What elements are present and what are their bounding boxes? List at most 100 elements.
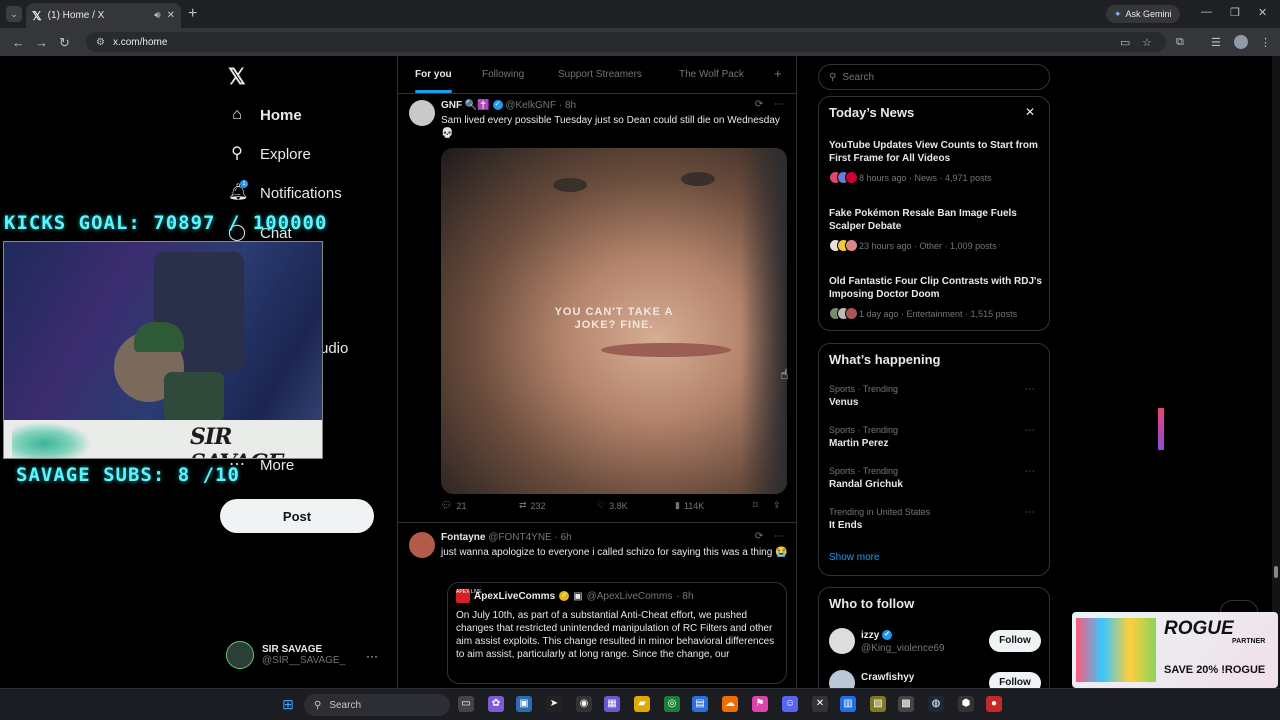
app-icon[interactable]: ⚑ — [752, 696, 768, 712]
avatar[interactable] — [409, 532, 435, 558]
app-icon[interactable]: ➤ — [546, 696, 562, 712]
scrollbar-thumb[interactable] — [1274, 566, 1278, 578]
reply-button[interactable]: 💬︎ 21 — [441, 500, 466, 511]
tweet[interactable]: GNF 🔍✝️ ✓ @KelkGNF · 8h ⟳ ⋯ Sam lived ev… — [398, 94, 796, 520]
site-info-icon[interactable]: ⚙︎ — [96, 37, 105, 48]
follow-suggestion[interactable]: izzy ✓ @King_violence69 Follow — [829, 628, 1041, 658]
trend-item[interactable]: Sports · Trending Randal Grichuk ⋯ — [829, 466, 1043, 490]
restore-icon[interactable]: ❐ — [1230, 6, 1240, 19]
tab-the-wolf-pack[interactable]: The Wolf Pack — [679, 69, 744, 80]
tweet-time[interactable]: · 8h — [559, 100, 576, 111]
app-icon[interactable]: ▤ — [692, 696, 708, 712]
tweet-more-icon[interactable]: ⋯ — [774, 99, 784, 110]
forward-arrow-icon[interactable]: → — [35, 35, 48, 50]
avatar[interactable] — [829, 628, 855, 654]
post-button[interactable]: Post — [220, 499, 374, 533]
reading-list-icon[interactable]: ☰ — [1211, 36, 1221, 49]
bookmark-button[interactable]: ⌑ — [753, 500, 758, 511]
tweet-time[interactable]: · 6h — [555, 532, 572, 543]
profile-avatar[interactable] — [1234, 35, 1248, 49]
show-more-link[interactable]: Show more — [829, 552, 880, 563]
tab-for-you[interactable]: For you — [415, 69, 452, 93]
tweet-author-name[interactable]: Fontayne — [441, 532, 485, 543]
quote-author-name[interactable]: ApexLiveComms — [474, 591, 555, 602]
tweet-image[interactable]: YOU CAN'T TAKE A JOKE? FINE. — [441, 148, 787, 494]
quote-time[interactable]: · 8h — [676, 591, 693, 602]
x-logo-icon[interactable]: 𝕏 — [228, 64, 246, 90]
extensions-icon[interactable]: ⧉ — [1176, 36, 1184, 49]
trend-item[interactable]: Sports · Trending Venus ⋯ — [829, 384, 1043, 408]
trend-item[interactable]: Trending in United States It Ends ⋯ — [829, 507, 1043, 531]
cast-icon[interactable]: ▭ — [1120, 36, 1130, 49]
back-arrow-icon[interactable]: ← — [12, 35, 25, 50]
browser-tab[interactable]: 𝕏 (1) Home / X 🔊︎ ✕ — [26, 3, 181, 28]
add-tab-icon[interactable]: + — [774, 66, 782, 81]
windows-start-icon[interactable]: ⊞ — [280, 696, 296, 712]
file-explorer-icon[interactable]: ▰ — [634, 696, 650, 712]
tweet-author-handle[interactable]: @KelkGNF — [505, 100, 556, 111]
app-icon[interactable]: ▥ — [840, 696, 856, 712]
follow-button[interactable]: Follow — [989, 672, 1041, 688]
chrome-icon[interactable]: ◎ — [664, 696, 680, 712]
news-item[interactable]: YouTube Updates View Counts to Start fro… — [829, 139, 1043, 184]
bookmark-star-icon[interactable]: ☆ — [1142, 36, 1152, 49]
search-input[interactable]: ⚲ Search — [818, 64, 1050, 90]
quoted-tweet[interactable]: APEX LIVE ApexLiveComms ✓ ▣ @ApexLiveCom… — [447, 582, 787, 684]
close-tab-icon[interactable]: ✕ — [167, 10, 175, 21]
repost-button[interactable]: ⇄ 232 — [519, 500, 546, 511]
nav-notifications[interactable]: 🔔︎ 1 Notifications — [228, 180, 342, 202]
new-tab-button[interactable]: + — [188, 5, 197, 23]
tab-support-streamers[interactable]: Support Streamers — [558, 69, 642, 80]
follow-button[interactable]: Follow — [989, 630, 1041, 652]
app-icon[interactable]: ⬢ — [958, 696, 974, 712]
tweet-author-name[interactable]: GNF — [441, 100, 462, 111]
close-icon[interactable]: ✕ — [1025, 105, 1035, 119]
account-switcher[interactable]: SIR SAVAGE @SIR__SAVAGE_ ··· — [226, 641, 386, 669]
trend-more-icon[interactable]: ⋯ — [1025, 466, 1035, 477]
tweet-author-handle[interactable]: @FONT4YNE — [488, 532, 552, 543]
nav-studio[interactable]: udio — [320, 340, 348, 357]
minimize-icon[interactable]: — — [1201, 6, 1212, 18]
trend-more-icon[interactable]: ⋯ — [1025, 384, 1035, 395]
account-more-icon[interactable]: ··· — [366, 649, 378, 663]
tab-list-button[interactable]: ⌄ — [6, 6, 22, 22]
trend-item[interactable]: Sports · Trending Martin Perez ⋯ — [829, 425, 1043, 449]
news-item[interactable]: Old Fantastic Four Clip Contrasts with R… — [829, 275, 1043, 320]
nav-home[interactable]: ⌂ Home — [228, 106, 302, 124]
ask-gemini-button[interactable]: ✦ Ask Gemini — [1106, 5, 1180, 23]
tab-following[interactable]: Following — [482, 69, 524, 80]
share-button[interactable]: ⇪ — [773, 500, 781, 511]
url-bar[interactable]: ⚙︎ x.com/home — [86, 32, 1166, 52]
grok-icon[interactable]: ⟳ — [755, 99, 763, 110]
tweet-more-icon[interactable]: ⋯ — [774, 531, 784, 542]
trend-more-icon[interactable]: ⋯ — [1025, 507, 1035, 518]
trend-more-icon[interactable]: ⋯ — [1025, 425, 1035, 436]
nav-explore[interactable]: ⚲ Explore — [228, 145, 311, 163]
taskbar-search[interactable]: ⚲ Search — [304, 694, 450, 716]
news-item[interactable]: Fake Pokémon Resale Ban Image Fuels Scal… — [829, 207, 1043, 252]
app-icon[interactable]: ▩ — [898, 696, 914, 712]
avatar[interactable] — [829, 670, 855, 688]
app-icon[interactable]: ▣ — [516, 696, 532, 712]
app-icon[interactable]: ● — [986, 696, 1002, 712]
copilot-icon[interactable]: ✿ — [488, 696, 504, 712]
speaker-icon[interactable]: 🔊︎ — [154, 10, 160, 21]
close-window-icon[interactable]: ✕ — [1258, 6, 1267, 19]
quote-author-handle[interactable]: @ApexLiveComms — [587, 591, 673, 602]
follow-suggestion[interactable]: Crawfishyy Follow — [829, 670, 1041, 688]
chrome-menu-icon[interactable]: ⋮ — [1260, 36, 1271, 49]
app-icon[interactable]: ✕ — [812, 696, 828, 712]
page-scrollbar[interactable] — [1272, 56, 1280, 688]
steam-icon[interactable]: ◍ — [928, 696, 944, 712]
avatar[interactable] — [409, 100, 435, 126]
reload-icon[interactable]: ↻ — [59, 35, 70, 51]
app-icon[interactable]: ◉ — [576, 696, 592, 712]
grok-icon[interactable]: ⟳ — [755, 531, 763, 542]
discord-icon[interactable]: ☺ — [782, 696, 798, 712]
app-icon[interactable]: ▧ — [870, 696, 886, 712]
app-icon[interactable]: ☁︎ — [722, 696, 738, 712]
task-view-icon[interactable]: ▭ — [458, 696, 474, 712]
like-button[interactable]: ♡ 3.8K — [597, 500, 628, 511]
views-button[interactable]: ▮ 114K — [675, 500, 704, 511]
app-icon[interactable]: ▦ — [604, 696, 620, 712]
